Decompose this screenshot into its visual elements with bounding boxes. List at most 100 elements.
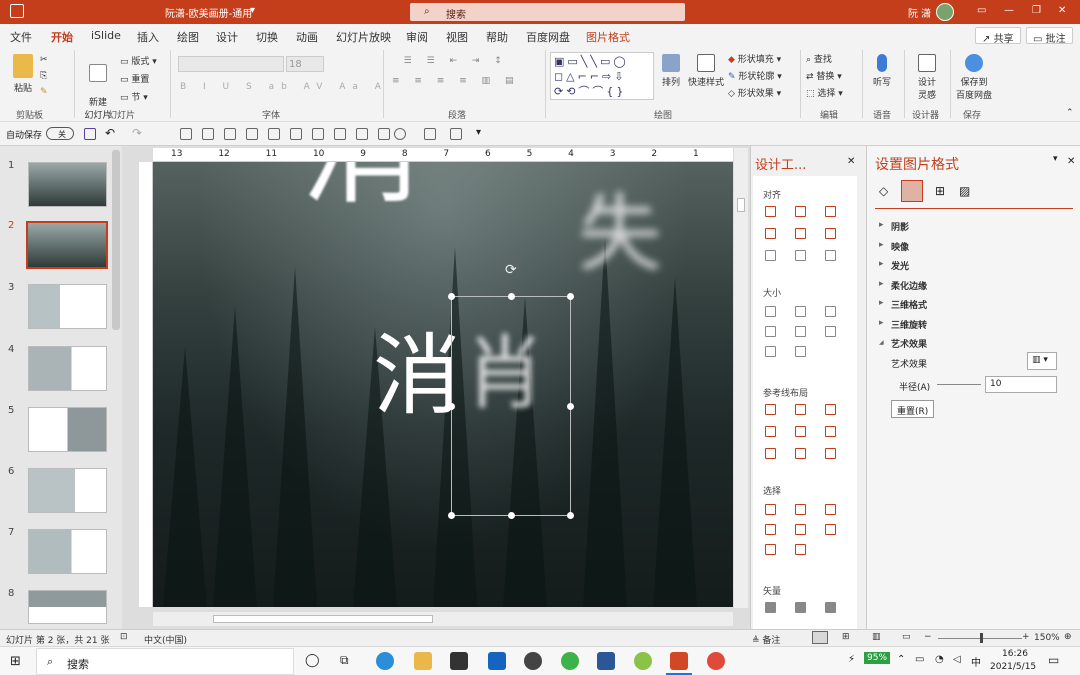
sorter-view-icon[interactable]: ⊞	[842, 632, 850, 642]
align-bottom-icon[interactable]	[334, 128, 346, 140]
select-button[interactable]: ⬚ 选择 ▾	[806, 86, 843, 103]
size-icon[interactable]	[825, 326, 836, 337]
align-left-icon[interactable]	[765, 206, 776, 217]
close-icon[interactable]: ✕	[847, 156, 855, 167]
normal-view-icon[interactable]	[812, 631, 828, 644]
size-icon[interactable]	[825, 306, 836, 317]
resize-handle[interactable]	[567, 293, 574, 300]
section-3d-format[interactable]: 三维格式	[879, 298, 927, 311]
app-icon[interactable]	[634, 652, 652, 670]
new-file-icon[interactable]	[180, 128, 192, 140]
fit-slide-icon[interactable]: ⊕	[1064, 632, 1072, 642]
clock-time[interactable]: 16:26	[1002, 649, 1028, 659]
power-icon[interactable]: ⚡	[848, 654, 855, 665]
effects-icon[interactable]	[901, 180, 923, 202]
paste-button[interactable]: 粘贴	[10, 54, 36, 94]
distribute-v-icon[interactable]	[795, 250, 806, 261]
resize-handle[interactable]	[567, 512, 574, 519]
accessibility-icon[interactable]: ⊡	[120, 632, 128, 642]
scroll-thumb[interactable]	[213, 615, 433, 623]
guide-icon[interactable]	[765, 448, 776, 459]
section-shadow[interactable]: 阴影	[879, 220, 909, 233]
size-properties-icon[interactable]: ⊞	[935, 184, 945, 198]
tab-baidu[interactable]: 百度网盘	[526, 29, 570, 45]
cut-icon[interactable]: ✂	[40, 52, 48, 68]
size-icon[interactable]	[795, 306, 806, 317]
zoom-level[interactable]: 150%	[1034, 633, 1060, 643]
close-icon[interactable]: ✕	[1067, 156, 1075, 167]
select-icon[interactable]	[825, 504, 836, 515]
chevron-up-icon[interactable]: ⌃	[897, 654, 905, 665]
reset-button[interactable]: ▭ 重置	[120, 71, 157, 89]
undo-icon[interactable]: ↶	[105, 126, 115, 140]
redo-icon[interactable]: ↷	[132, 126, 142, 140]
selection-box[interactable]	[451, 296, 571, 516]
autosave-icon[interactable]	[10, 4, 24, 18]
slide-thumbnail[interactable]	[28, 468, 107, 513]
search-box[interactable]: ⌕ 搜索	[410, 3, 685, 21]
ime-indicator[interactable]: 中	[971, 654, 981, 669]
tab-file[interactable]: 文件	[10, 29, 32, 45]
reset-button[interactable]: 重置(R)	[891, 400, 935, 418]
slide-thumbnail[interactable]	[28, 162, 107, 207]
section-3d-rotation[interactable]: 三维旋转	[879, 318, 927, 331]
shape-effect-button[interactable]: ◇ 形状效果 ▾	[728, 86, 782, 103]
tab-slideshow[interactable]: 幻灯片放映	[336, 29, 391, 45]
islide-icon[interactable]	[707, 652, 725, 670]
slide-thumbnail[interactable]	[28, 590, 107, 624]
vertical-scrollbar[interactable]	[734, 148, 748, 608]
reading-view-icon[interactable]: ▥	[872, 632, 881, 642]
quick-style-button[interactable]: 快速样式	[688, 54, 724, 88]
notes-button[interactable]: ≜ 备注	[752, 633, 780, 646]
slide-thumbnail-selected[interactable]	[26, 221, 108, 269]
resize-handle[interactable]	[508, 512, 515, 519]
crop-icon[interactable]	[424, 128, 436, 140]
customize-qat-icon[interactable]: ▾	[476, 127, 481, 138]
section-reflection[interactable]: 映像	[879, 240, 909, 253]
radius-slider[interactable]	[937, 384, 981, 385]
clock-date[interactable]: 2021/5/15	[990, 662, 1036, 672]
comment-button[interactable]: ▭ 批注	[1026, 27, 1073, 45]
size-icon[interactable]	[765, 326, 776, 337]
language-status[interactable]: 中文(中国)	[144, 633, 187, 646]
font-name-select[interactable]	[178, 56, 284, 72]
shape-fill-button[interactable]: ◆ 形状填充 ▾	[728, 52, 782, 69]
close-icon[interactable]: ✕	[1058, 5, 1066, 16]
slide-thumbnail[interactable]	[28, 284, 107, 329]
section-artistic-effects[interactable]: 艺术效果	[879, 337, 927, 350]
guide-icon[interactable]	[795, 448, 806, 459]
tab-insert[interactable]: 插入	[137, 29, 159, 45]
restore-icon[interactable]: ❐	[1032, 5, 1041, 16]
size-icon[interactable]	[765, 346, 776, 357]
chevron-down-icon[interactable]: ▾	[1053, 154, 1058, 164]
select-icon[interactable]	[825, 524, 836, 535]
outlook-icon[interactable]	[488, 652, 506, 670]
resize-handle[interactable]	[448, 512, 455, 519]
align-right-icon[interactable]	[268, 128, 280, 140]
file-explorer-icon[interactable]	[414, 652, 432, 670]
find-button[interactable]: ⌕ 查找	[806, 52, 843, 69]
shape-icon[interactable]	[394, 128, 406, 140]
radius-input[interactable]: 10	[985, 376, 1057, 393]
distribute-icon[interactable]	[450, 128, 462, 140]
tab-draw[interactable]: 绘图	[177, 29, 199, 45]
slide-text-top[interactable]: 消	[301, 162, 421, 212]
share-button[interactable]: ↗ 共享	[975, 27, 1021, 45]
save-icon[interactable]	[84, 128, 96, 140]
collapse-ribbon-icon[interactable]: ⌃	[1066, 108, 1074, 118]
replace-button[interactable]: ⇄ 替换 ▾	[806, 69, 843, 86]
word-icon[interactable]	[597, 652, 615, 670]
select-icon[interactable]	[795, 504, 806, 515]
powerpoint-icon[interactable]	[670, 652, 688, 670]
tab-islide[interactable]: iSlide	[91, 29, 121, 42]
slide-text-fade[interactable]: 失	[578, 192, 662, 276]
taskbar-search[interactable]: ⌕ 搜索	[36, 648, 294, 675]
vector-icon[interactable]	[825, 602, 836, 613]
battery-level[interactable]: 95%	[864, 652, 891, 664]
align-bottom-icon[interactable]	[825, 228, 836, 239]
user-name[interactable]: 阮 潇	[908, 5, 931, 20]
vector-icon[interactable]	[795, 602, 806, 613]
cortana-icon[interactable]: ◯	[305, 653, 320, 668]
text-box-icon[interactable]	[356, 128, 368, 140]
battery-icon[interactable]: ▭	[915, 654, 924, 665]
